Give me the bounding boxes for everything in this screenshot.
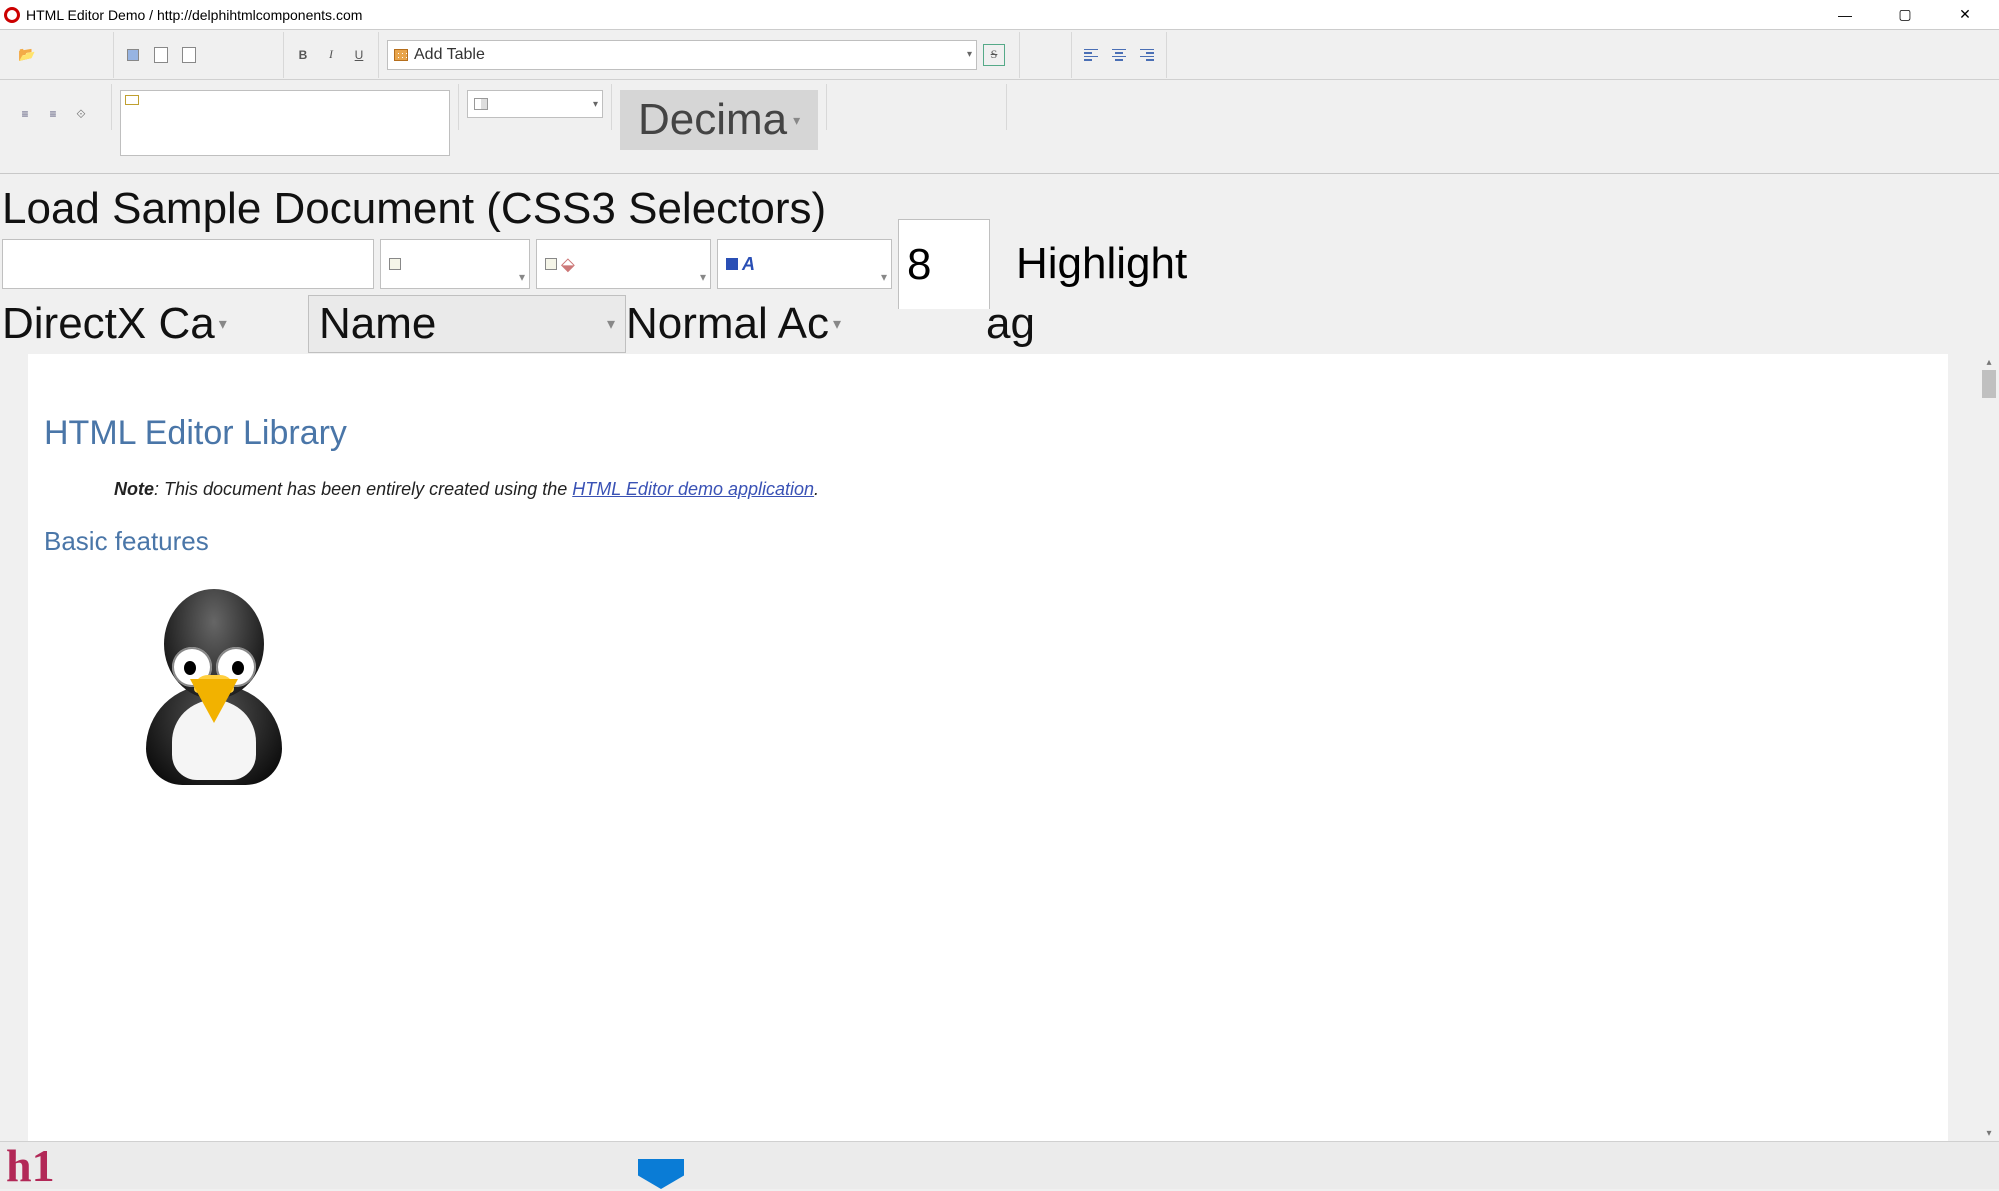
current-tag-label: h1 [6, 1145, 55, 1187]
scroll-down-icon[interactable]: ▾ [1979, 1125, 1999, 1141]
dropdown-1-input[interactable] [127, 114, 443, 132]
style-combo-1[interactable] [2, 239, 374, 289]
fill-color-combo[interactable]: ⬙ ▾ [536, 239, 711, 289]
open-file-icon[interactable]: 📂 [16, 44, 38, 66]
table-icon [394, 49, 408, 61]
list-ordered-icon[interactable]: ≡ [14, 103, 36, 125]
scroll-up-icon[interactable]: ▴ [1979, 354, 1999, 370]
maximize-button[interactable]: ▢ [1875, 1, 1935, 29]
chevron-down-icon: ▾ [593, 99, 598, 110]
doc-note: Note: This document has been entirely cr… [114, 479, 1932, 500]
note-text: : This document has been entirely create… [154, 479, 572, 499]
color-swatch-icon [726, 258, 738, 270]
color-swatch-icon [389, 258, 401, 270]
note-link[interactable]: HTML Editor demo application [572, 479, 814, 499]
ag-combo[interactable]: ag [986, 299, 1035, 349]
chevron-down-icon: ▾ [519, 270, 525, 284]
italic-button[interactable]: I [320, 44, 342, 66]
highlight-label[interactable]: Highlight [1016, 239, 1187, 289]
add-table-label: Add Table [414, 46, 485, 64]
text-a-icon: A [742, 254, 755, 275]
chevron-down-icon: ▾ [607, 314, 615, 334]
vertical-scrollbar[interactable]: ▴ ▾ [1979, 354, 1999, 1141]
font-family-display[interactable]: Decima ▾ [620, 90, 818, 150]
minimize-button[interactable]: — [1815, 1, 1875, 29]
chevron-down-icon: ▾ [219, 314, 227, 334]
status-bar: h1 [0, 1141, 1999, 1189]
chevron-down-icon: ▾ [881, 270, 887, 284]
border-color-combo[interactable]: ▾ [380, 239, 530, 289]
image-left-icon[interactable] [122, 44, 144, 66]
toolbar-row-1: 📂 B I U Add Table ▾ S [0, 30, 1999, 80]
color-swatch-icon [125, 95, 139, 105]
app-icon [4, 7, 20, 23]
doc-heading-1: HTML Editor Library [44, 414, 1932, 453]
strike-button[interactable]: S [983, 44, 1005, 66]
load-sample-label[interactable]: Load Sample Document (CSS3 Selectors) [0, 174, 1999, 234]
link-icon[interactable]: ⟐ [70, 103, 92, 125]
text-color-combo[interactable]: A ▾ [717, 239, 892, 289]
dropdown-1[interactable] [120, 90, 450, 156]
directx-combo[interactable]: DirectX Ca▾ [2, 299, 308, 349]
penguin-image [124, 575, 304, 775]
note-dot: . [814, 479, 819, 499]
new-page-icon[interactable] [178, 44, 200, 66]
list-unordered-icon[interactable]: ≡ [42, 103, 64, 125]
chevron-down-icon: ▾ [700, 270, 706, 284]
bucket-icon: ⬙ [561, 254, 575, 275]
cell-layout-combo[interactable]: ▾ [467, 90, 603, 118]
window-title: HTML Editor Demo / http://delphihtmlcomp… [26, 7, 1815, 23]
doc-heading-2: Basic features [44, 526, 1932, 557]
chevron-down-icon: ▾ [793, 112, 800, 129]
grid-icon [474, 98, 488, 110]
font-size-combo[interactable]: 8 [898, 219, 990, 309]
bold-button[interactable]: B [292, 44, 314, 66]
note-bold: Note [114, 479, 154, 499]
color-swatch-icon [545, 258, 557, 270]
chevron-down-icon: ▾ [967, 49, 972, 60]
align-center-button[interactable] [1108, 44, 1130, 66]
align-right-button[interactable] [1136, 44, 1158, 66]
font-name-label: Decima [638, 95, 787, 145]
underline-button[interactable]: U [348, 44, 370, 66]
align-left-button[interactable] [1080, 44, 1102, 66]
add-table-combo[interactable]: Add Table ▾ [387, 40, 977, 70]
chevron-down-icon: ▾ [833, 314, 841, 334]
lower-combo-row: DirectX Ca▾ Name▾ Normal Ac▾ ag [0, 294, 1999, 354]
font-size-value: 8 [907, 240, 931, 290]
toolbar-row-2: ≡ ≡ ⟐ ▾ Decima ▾ [0, 80, 1999, 174]
scroll-thumb[interactable] [1982, 370, 1996, 398]
tab-marker-icon [638, 1159, 684, 1189]
close-button[interactable]: ✕ [1935, 1, 1995, 29]
format-controls-row: ▾ ⬙ ▾ A ▾ 8 Highlight [0, 234, 1999, 294]
normal-action-combo[interactable]: Normal Ac▾ [626, 299, 886, 349]
document-page[interactable]: HTML Editor Library Note: This document … [28, 354, 1948, 1141]
title-bar: HTML Editor Demo / http://delphihtmlcomp… [0, 0, 1999, 30]
document-viewport: HTML Editor Library Note: This document … [0, 354, 1999, 1141]
name-combo[interactable]: Name▾ [308, 295, 626, 353]
page-icon[interactable] [150, 44, 172, 66]
